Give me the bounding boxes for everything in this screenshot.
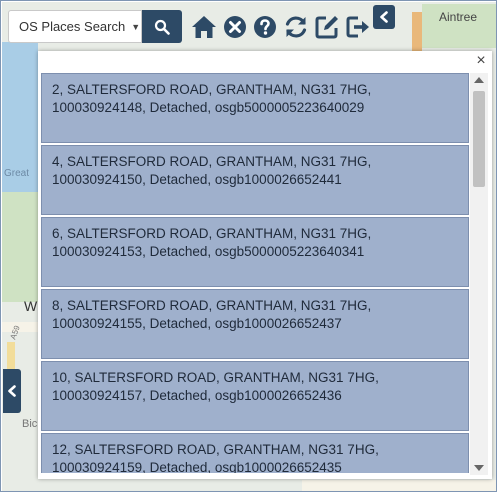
app-frame: Aintree Great W A59 Bic OS Places Search… xyxy=(0,0,497,492)
chevron-left-icon xyxy=(380,11,388,23)
map-park xyxy=(2,192,38,302)
result-item[interactable]: 4, SALTERSFORD ROAD, GRANTHAM, NG31 7HG,… xyxy=(41,145,469,215)
result-item[interactable]: 10, SALTERSFORD ROAD, GRANTHAM, NG31 7HG… xyxy=(41,361,469,431)
map-label: W xyxy=(24,298,38,314)
results-scrollbar[interactable] xyxy=(470,73,488,475)
close-button[interactable]: × xyxy=(472,51,490,71)
result-details: 100030924150, Detached, osgb100002665244… xyxy=(52,172,342,187)
result-details: 100030924157, Detached, osgb100002665243… xyxy=(52,388,342,403)
result-item[interactable]: 12, SALTERSFORD ROAD, GRANTHAM, NG31 7HG… xyxy=(41,433,469,473)
map-road xyxy=(302,480,496,491)
map-label: Great xyxy=(4,168,30,179)
home-button[interactable] xyxy=(190,13,218,41)
result-details: 100030924153, Detached, osgb500000522364… xyxy=(52,244,365,259)
scroll-up-arrow-icon[interactable] xyxy=(474,77,484,83)
result-details: 100030924148, Detached, osgb500000522364… xyxy=(52,100,365,115)
search-icon xyxy=(154,19,170,35)
result-item[interactable]: 2, SALTERSFORD ROAD, GRANTHAM, NG31 7HG,… xyxy=(41,73,469,143)
help-button[interactable] xyxy=(251,13,279,41)
expand-sidebar-button[interactable] xyxy=(3,369,21,413)
result-address: 2, SALTERSFORD ROAD, GRANTHAM, NG31 7HG, xyxy=(52,82,372,97)
map-road xyxy=(412,12,422,52)
result-address: 10, SALTERSFORD ROAD, GRANTHAM, NG31 7HG… xyxy=(52,370,379,385)
clear-button[interactable] xyxy=(221,13,249,41)
refresh-icon xyxy=(285,16,307,38)
scroll-down-arrow-icon[interactable] xyxy=(474,465,484,471)
search-results-panel: × 2, SALTERSFORD ROAD, GRANTHAM, NG31 7H… xyxy=(38,51,492,479)
result-details: 100030924155, Detached, osgb100002665243… xyxy=(52,316,342,331)
result-address: 8, SALTERSFORD ROAD, GRANTHAM, NG31 7HG, xyxy=(52,298,372,313)
chevron-down-icon: ▼ xyxy=(131,21,141,32)
logout-button[interactable] xyxy=(344,13,372,41)
map-label-aintree: Aintree xyxy=(439,10,478,24)
search-type-label: OS Places Search xyxy=(19,19,126,34)
result-address: 6, SALTERSFORD ROAD, GRANTHAM, NG31 7HG, xyxy=(52,226,372,241)
home-icon xyxy=(192,16,216,38)
search-type-select[interactable]: OS Places Search ▼ xyxy=(8,10,142,43)
edit-icon xyxy=(315,16,338,39)
result-details: 100030924159, Detached, osgb100002665243… xyxy=(52,460,342,473)
scroll-thumb[interactable] xyxy=(473,91,485,187)
clear-icon xyxy=(224,16,246,38)
refresh-button[interactable] xyxy=(282,13,310,41)
result-item[interactable]: 6, SALTERSFORD ROAD, GRANTHAM, NG31 7HG,… xyxy=(41,217,469,287)
result-address: 4, SALTERSFORD ROAD, GRANTHAM, NG31 7HG, xyxy=(52,154,372,169)
chevron-left-icon xyxy=(8,385,16,397)
map-label: Bic xyxy=(22,418,38,430)
result-address: 12, SALTERSFORD ROAD, GRANTHAM, NG31 7HG… xyxy=(52,442,379,457)
collapse-toolbar-button[interactable] xyxy=(373,5,395,29)
results-list[interactable]: 2, SALTERSFORD ROAD, GRANTHAM, NG31 7HG,… xyxy=(41,73,469,473)
logout-icon xyxy=(346,16,369,38)
result-item[interactable]: 8, SALTERSFORD ROAD, GRANTHAM, NG31 7HG,… xyxy=(41,289,469,359)
help-icon xyxy=(254,16,276,38)
edit-button[interactable] xyxy=(313,13,341,41)
search-button[interactable] xyxy=(142,10,182,43)
